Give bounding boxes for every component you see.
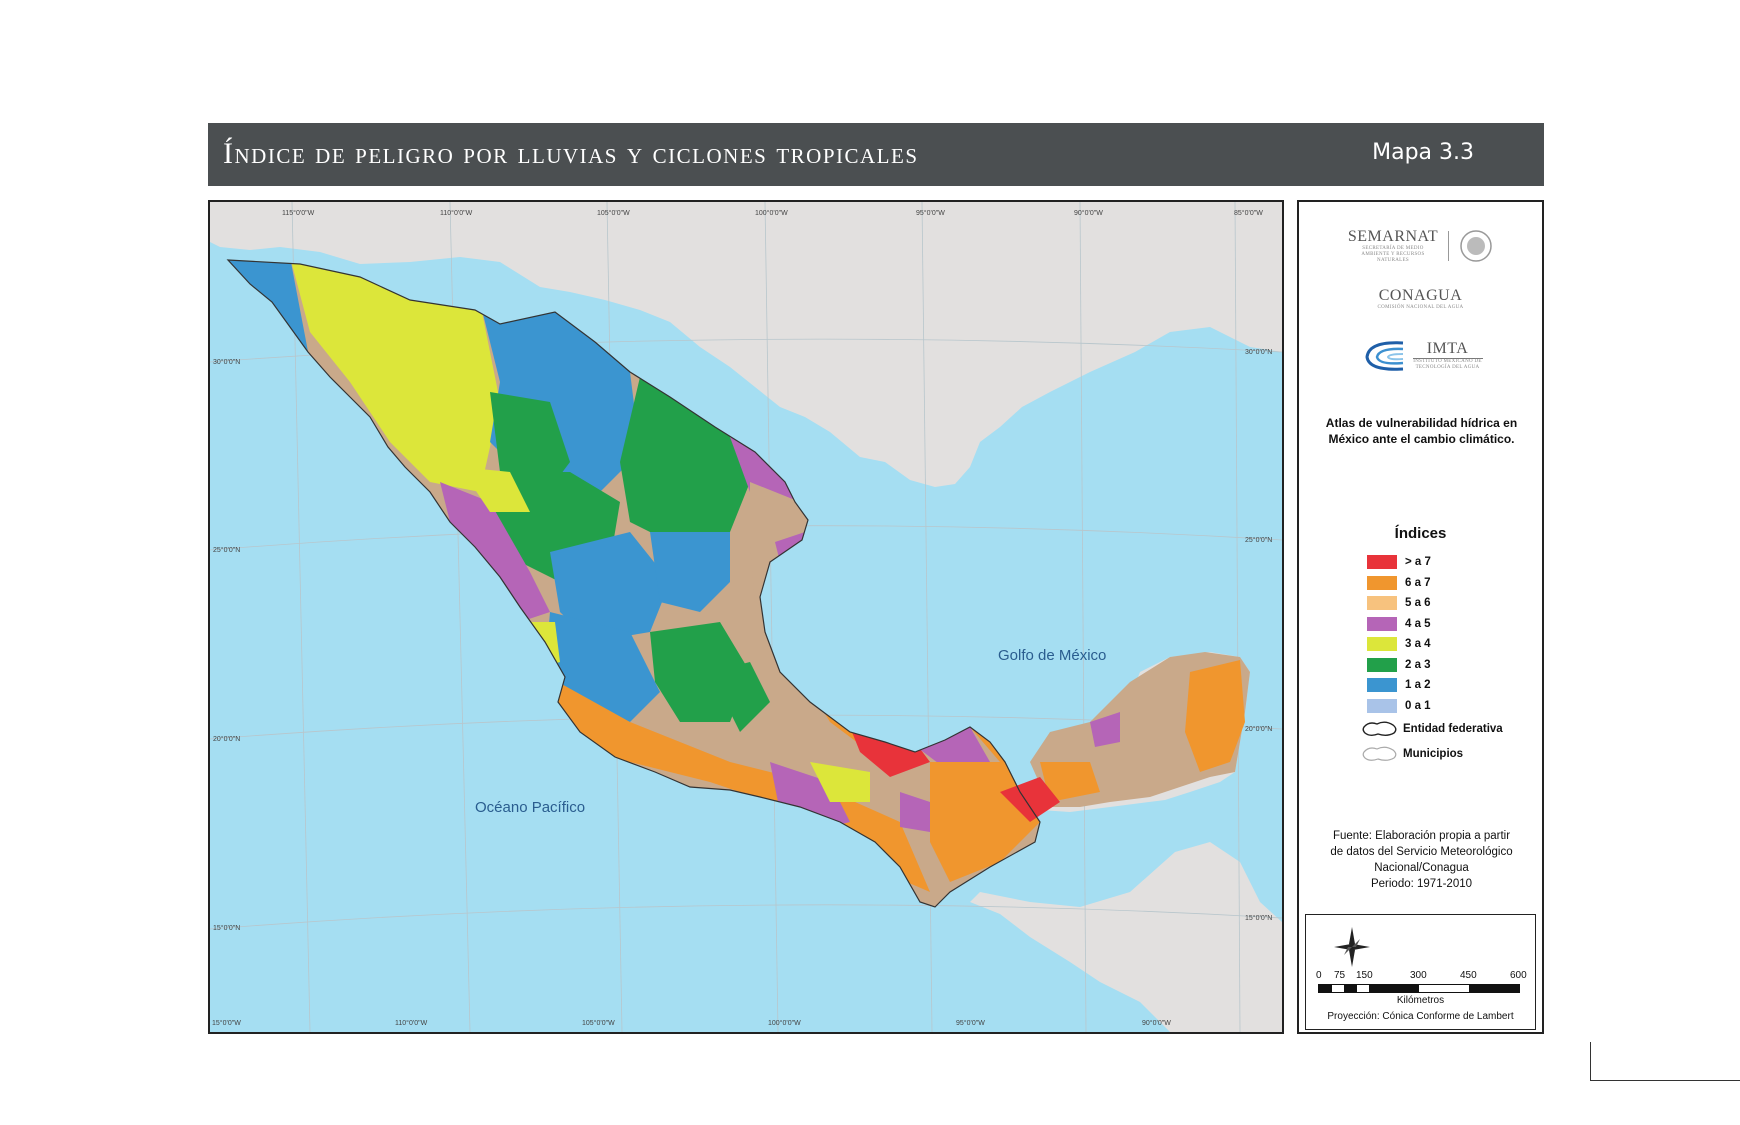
page-corner-mark: [1590, 1042, 1740, 1081]
top-tick-label: 90°0'0"W: [1074, 209, 1103, 217]
municipio-outline-icon: [1362, 746, 1397, 761]
right-tick-label: 20°0'0"N: [1245, 725, 1272, 733]
gulf-of-mexico-label: Golfo de México: [998, 647, 1106, 664]
legend-swatch: [1367, 678, 1397, 693]
right-tick-label: 30°0'0"N: [1245, 348, 1272, 356]
scale-box: 0 75 150 300 450 600 Kilómetros Proyecci…: [1305, 914, 1536, 1030]
map-title: Índice de peligro por lluvias y ciclones…: [223, 137, 919, 170]
legend-swatch: [1367, 698, 1397, 713]
legend-swatch: [1367, 596, 1397, 611]
map-canvas: 115°0'0"W 110°0'0"W 105°0'0"W 100°0'0"W …: [210, 202, 1282, 1032]
legend-panel: SEMARNAT SECRETARÍA DE MEDIO AMBIENTE Y …: [1297, 200, 1544, 1034]
top-tick-label: 105°0'0"W: [597, 209, 630, 217]
legend-item: 5 a 6: [1367, 593, 1503, 614]
scale-tick: 300: [1410, 970, 1427, 981]
left-tick-label: 20°0'0"N: [213, 735, 240, 743]
imta-wave-icon: [1364, 341, 1403, 371]
legend-municipios: Municipios: [1361, 741, 1503, 766]
mexico-seal-icon: [1460, 230, 1492, 262]
top-tick-label: 100°0'0"W: [755, 209, 788, 217]
top-tick-label: 110°0'0"W: [440, 209, 473, 217]
bottom-tick-label: 15°0'0"W: [212, 1019, 241, 1027]
scale-unit: Kilómetros: [1396, 995, 1445, 1006]
left-tick-label: 15°0'0"N: [213, 924, 240, 932]
top-tick-label: 115°0'0"W: [282, 209, 315, 217]
legend-item: 1 a 2: [1367, 675, 1503, 696]
map-number: Mapa 3.3: [1372, 140, 1474, 165]
legend: > a 7 6 a 7 5 a 6 4 a 5 3 a 4 2 a 3 1 a …: [1362, 552, 1503, 766]
source-note: Fuente: Elaboración propia a partir de d…: [1330, 830, 1513, 890]
scale-tick: 0: [1316, 970, 1322, 981]
top-tick-label: 95°0'0"W: [916, 209, 945, 217]
legend-item: > a 7: [1367, 552, 1503, 573]
bottom-tick-label: 105°0'0"W: [582, 1019, 615, 1027]
right-tick-label: 25°0'0"N: [1245, 536, 1272, 544]
legend-item: 0 a 1: [1367, 696, 1503, 717]
projection-label: Proyección: Cónica Conforme de Lambert: [1327, 1011, 1514, 1022]
imta-logo: IMTA INSTITUTO MEXICANO DE TECNOLOGÍA DE…: [1299, 337, 1542, 373]
scale-tick: 600: [1510, 970, 1527, 981]
scale-tick: 150: [1356, 970, 1373, 981]
conagua-logo: CONAGUA COMISIÓN NACIONAL DEL AGUA: [1377, 287, 1464, 310]
scale-tick: 75: [1334, 970, 1346, 981]
map-frame: 115°0'0"W 110°0'0"W 105°0'0"W 100°0'0"W …: [208, 200, 1284, 1034]
central-america-land: [970, 842, 1282, 1032]
scale-bar: [1318, 984, 1520, 993]
legend-entidad: Entidad federativa: [1361, 716, 1503, 741]
legend-swatch: [1367, 657, 1397, 672]
legend-title: Índices: [1394, 525, 1447, 542]
legend-item: 2 a 3: [1367, 655, 1503, 676]
bottom-tick-label: 90°0'0"W: [1142, 1019, 1171, 1027]
entidad-outline-icon: [1362, 721, 1397, 736]
pacific-ocean-label: Océano Pacífico: [475, 799, 585, 816]
semarnat-logo: SEMARNAT SECRETARÍA DE MEDIO AMBIENTE Y …: [1299, 228, 1542, 264]
legend-swatch: [1367, 637, 1397, 652]
legend-item: 6 a 7: [1367, 573, 1503, 594]
bottom-tick-label: 100°0'0"W: [768, 1019, 801, 1027]
legend-item: 4 a 5: [1367, 614, 1503, 635]
atlas-title: Atlas de vulnerabilidad hídrica en Méxic…: [1325, 416, 1518, 446]
scale-tick: 450: [1460, 970, 1477, 981]
legend-swatch: [1367, 575, 1397, 590]
bottom-tick-label: 110°0'0"W: [395, 1019, 428, 1027]
bottom-tick-label: 95°0'0"W: [956, 1019, 985, 1027]
legend-swatch: [1367, 616, 1397, 631]
right-tick-label: 15°0'0"N: [1245, 914, 1272, 922]
legend-item: 3 a 4: [1367, 634, 1503, 655]
top-tick-label: 85°0'0"W: [1234, 209, 1263, 217]
left-tick-label: 25°0'0"N: [213, 546, 240, 554]
legend-swatch: [1367, 555, 1397, 570]
map-title-bar: Índice de peligro por lluvias y ciclones…: [208, 123, 1544, 186]
left-tick-label: 30°0'0"N: [213, 358, 240, 366]
compass-rose-icon: [1334, 927, 1370, 967]
